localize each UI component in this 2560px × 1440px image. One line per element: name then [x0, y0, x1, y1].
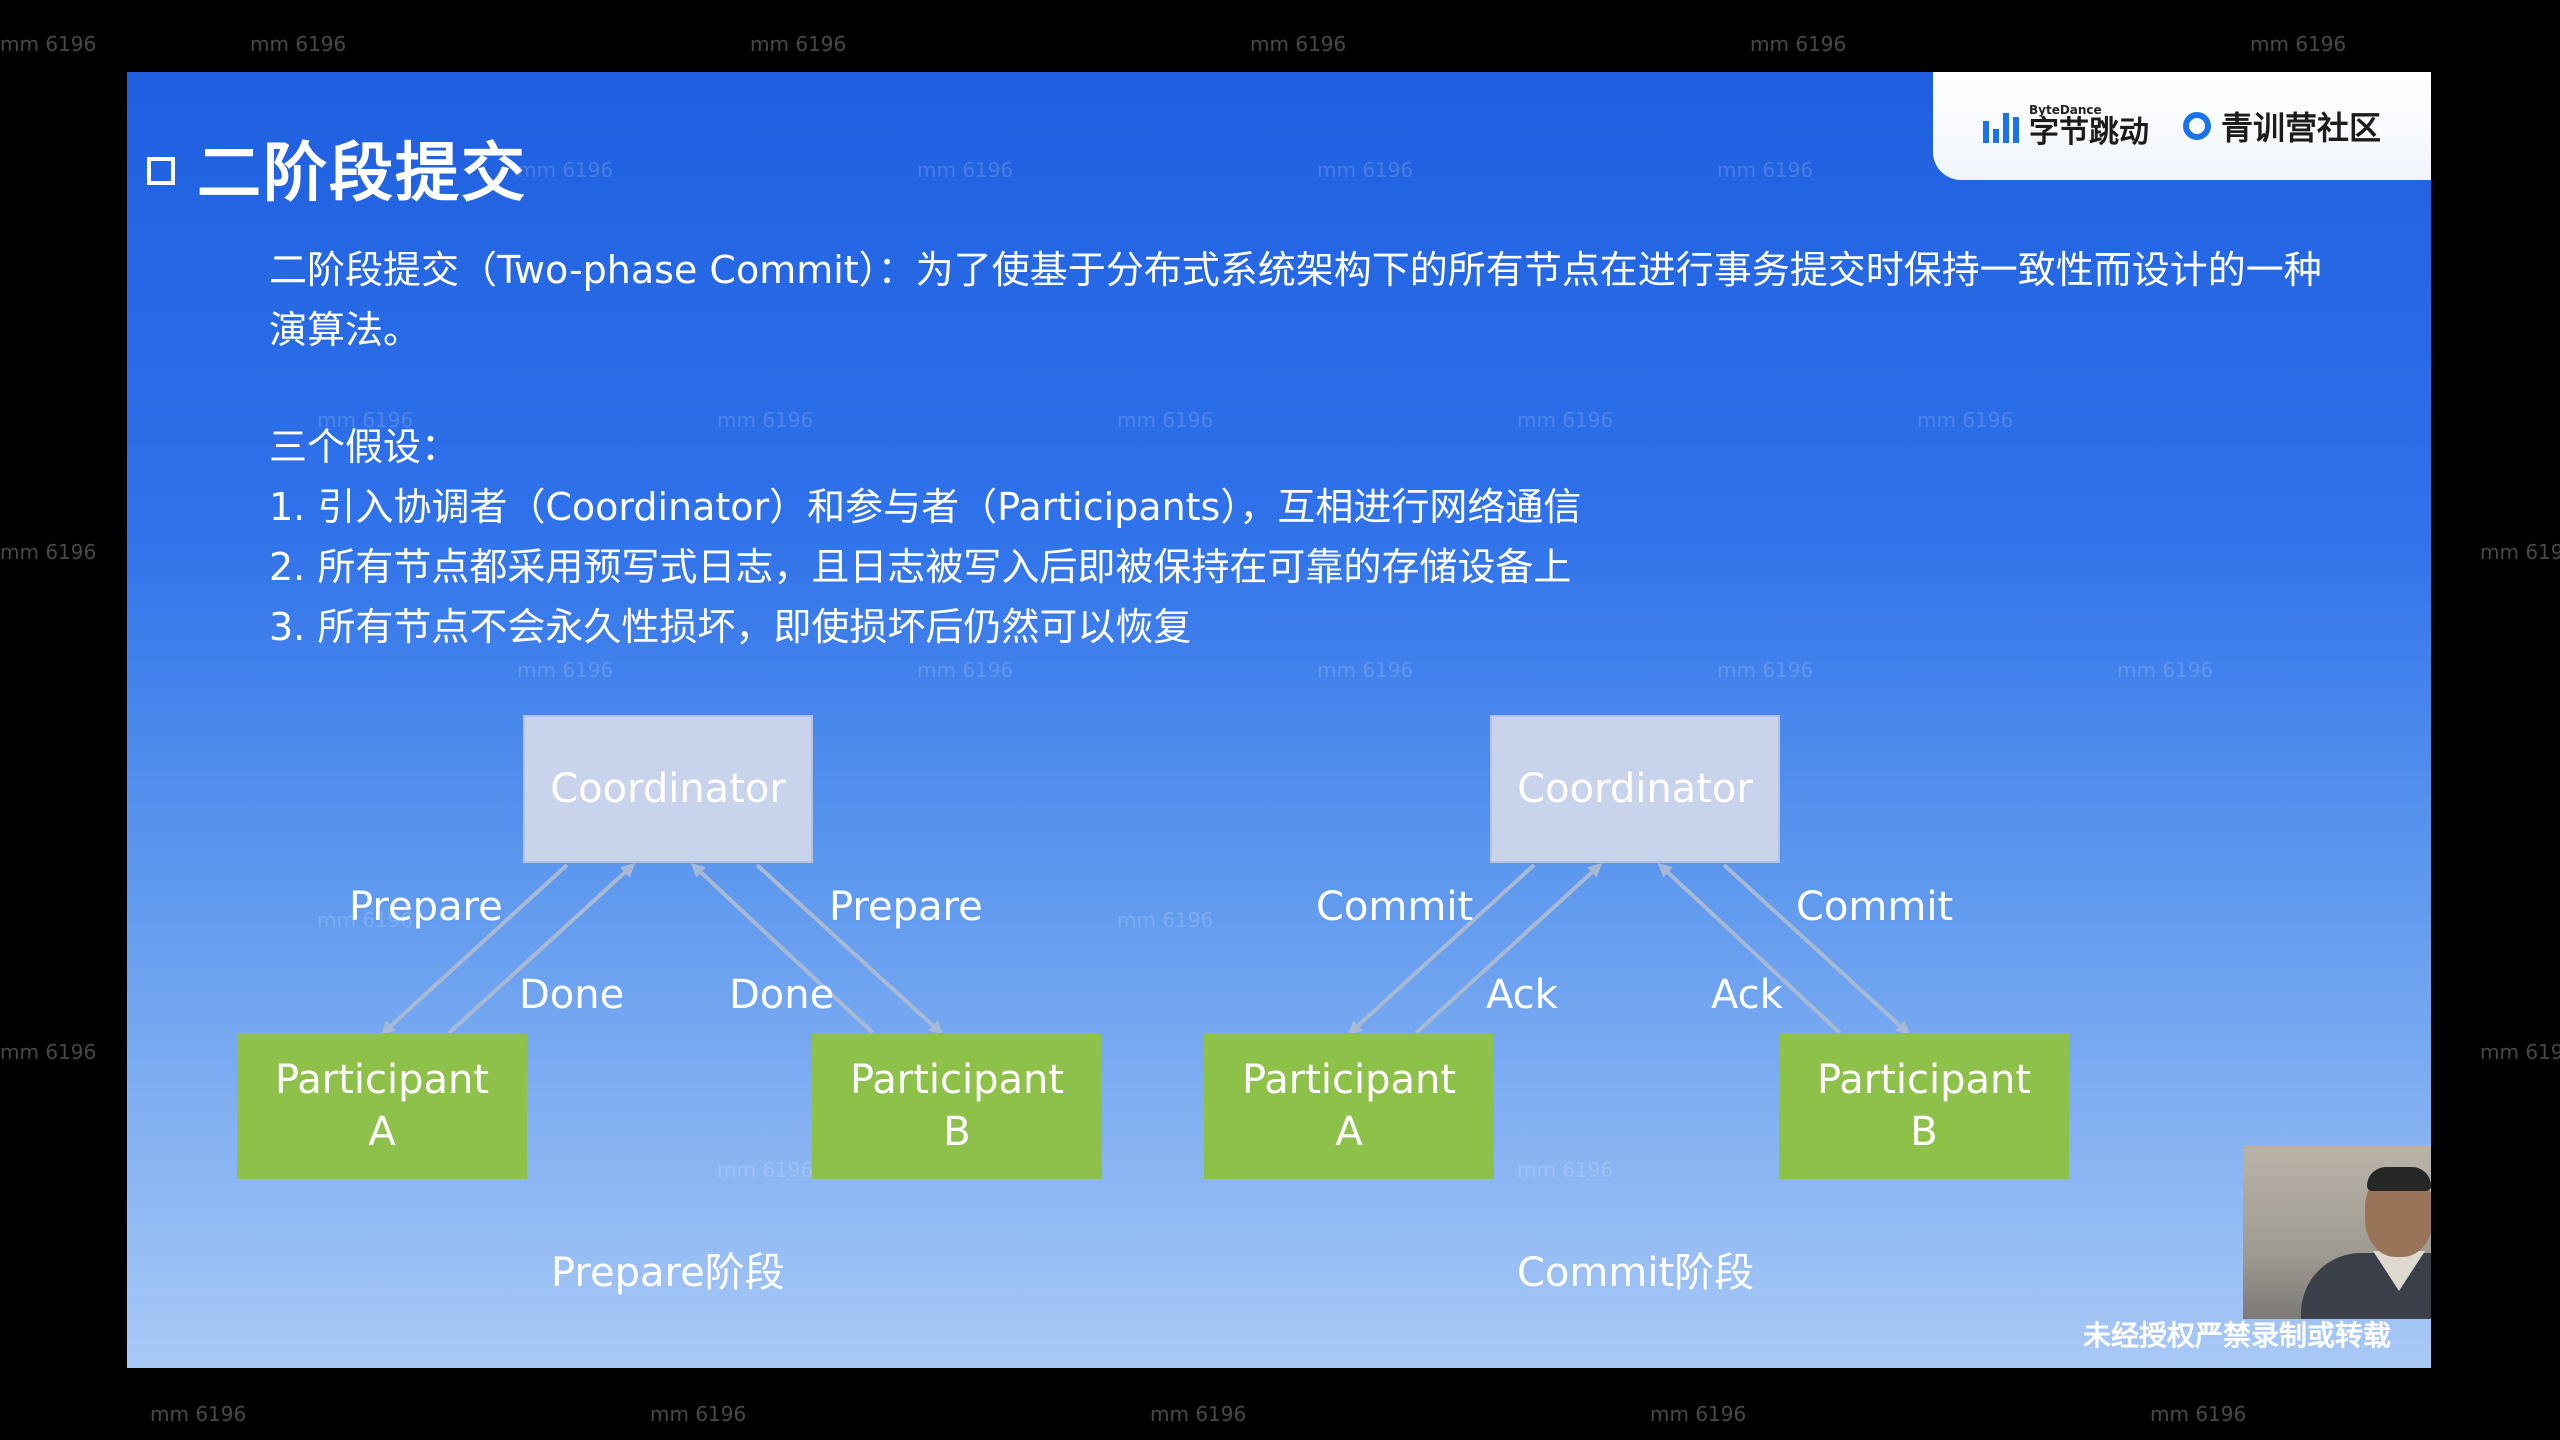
- prepare-coordinator-node: Coordinator: [523, 715, 813, 863]
- presentation-slide: 二阶段提交 ByteDance 字节跳动 青训营社区 二阶段提交（Two-pha…: [127, 72, 2431, 1368]
- commit-participant-b-node: Participant B: [1779, 1033, 2069, 1179]
- watermark: mm 6196: [1317, 658, 1414, 682]
- copyright-notice: 未经授权严禁录制或转载: [2082, 1319, 2391, 1352]
- watermark: mm 6196: [1917, 408, 2014, 432]
- presenter-webcam: [2243, 1145, 2431, 1319]
- watermark: mm 6196: [917, 158, 1014, 182]
- presenter-hair: [2367, 1167, 2431, 1191]
- watermark: mm 6196: [650, 1402, 747, 1426]
- edge-label-ack-left: Ack: [1486, 972, 1558, 1018]
- watermark: mm 6196: [517, 158, 614, 182]
- watermark: mm 6196: [517, 658, 614, 682]
- watermark: mm 6196: [150, 1402, 247, 1426]
- watermark: mm 6196: [2250, 32, 2347, 56]
- watermark: mm 6196: [917, 658, 1014, 682]
- node-label: Coordinator: [550, 766, 786, 812]
- watermark: mm 6196: [317, 408, 414, 432]
- commit-coordinator-node: Coordinator: [1490, 715, 1780, 863]
- edge-label-commit-left: Commit: [1316, 884, 1474, 930]
- node-label: B: [943, 1109, 971, 1155]
- watermark: mm 6196: [317, 908, 414, 932]
- watermark: mm 6196: [0, 540, 97, 564]
- node-label: Participant: [1816, 1057, 2032, 1103]
- screen: 二阶段提交 ByteDance 字节跳动 青训营社区 二阶段提交（Two-pha…: [0, 0, 2560, 1440]
- watermark: mm 6196: [717, 1158, 814, 1182]
- watermark: mm 6196: [1150, 1402, 1247, 1426]
- watermark: mm 6196: [717, 408, 814, 432]
- edge-label-commit-right: Commit: [1796, 884, 1954, 930]
- watermark: mm 6196: [1517, 408, 1614, 432]
- node-label: A: [1335, 1109, 1363, 1155]
- watermark: mm 6196: [0, 32, 97, 56]
- watermark: mm 6196: [0, 1040, 97, 1064]
- watermark: mm 6196: [2150, 1402, 2247, 1426]
- watermark: mm 6196: [1717, 658, 1814, 682]
- node-label: Participant: [274, 1057, 490, 1103]
- edge-label-done-right: Done: [729, 972, 835, 1018]
- watermark: mm 6196: [2480, 1040, 2560, 1064]
- node-label: A: [368, 1109, 396, 1155]
- phase-label-prepare: Prepare阶段: [551, 1250, 785, 1296]
- watermark: mm 6196: [1717, 158, 1814, 182]
- watermark: mm 6196: [1250, 32, 1347, 56]
- edge-label-prepare-right: Prepare: [829, 884, 983, 930]
- node-label: Participant: [1241, 1057, 1457, 1103]
- node-label: Coordinator: [1517, 766, 1753, 812]
- edge-label-done-left: Done: [519, 972, 625, 1018]
- watermark: mm 6196: [1317, 158, 1414, 182]
- watermark: mm 6196: [2480, 540, 2560, 564]
- phase-label-commit: Commit阶段: [1517, 1250, 1755, 1296]
- watermark: mm 6196: [1650, 1402, 1747, 1426]
- prepare-participant-b-node: Participant B: [812, 1033, 1102, 1179]
- node-label: Participant: [849, 1057, 1065, 1103]
- watermark: mm 6196: [1117, 908, 1214, 932]
- prepare-participant-a-node: Participant A: [237, 1033, 527, 1179]
- watermark: mm 6196: [750, 32, 847, 56]
- watermark: mm 6196: [1517, 1158, 1614, 1182]
- node-label: B: [1910, 1109, 1938, 1155]
- commit-participant-a-node: Participant A: [1204, 1033, 1494, 1179]
- watermark: mm 6196: [250, 32, 347, 56]
- watermark: mm 6196: [1750, 32, 1847, 56]
- edge-label-ack-right: Ack: [1711, 972, 1783, 1018]
- watermark: mm 6196: [1117, 408, 1214, 432]
- watermark: mm 6196: [2117, 658, 2214, 682]
